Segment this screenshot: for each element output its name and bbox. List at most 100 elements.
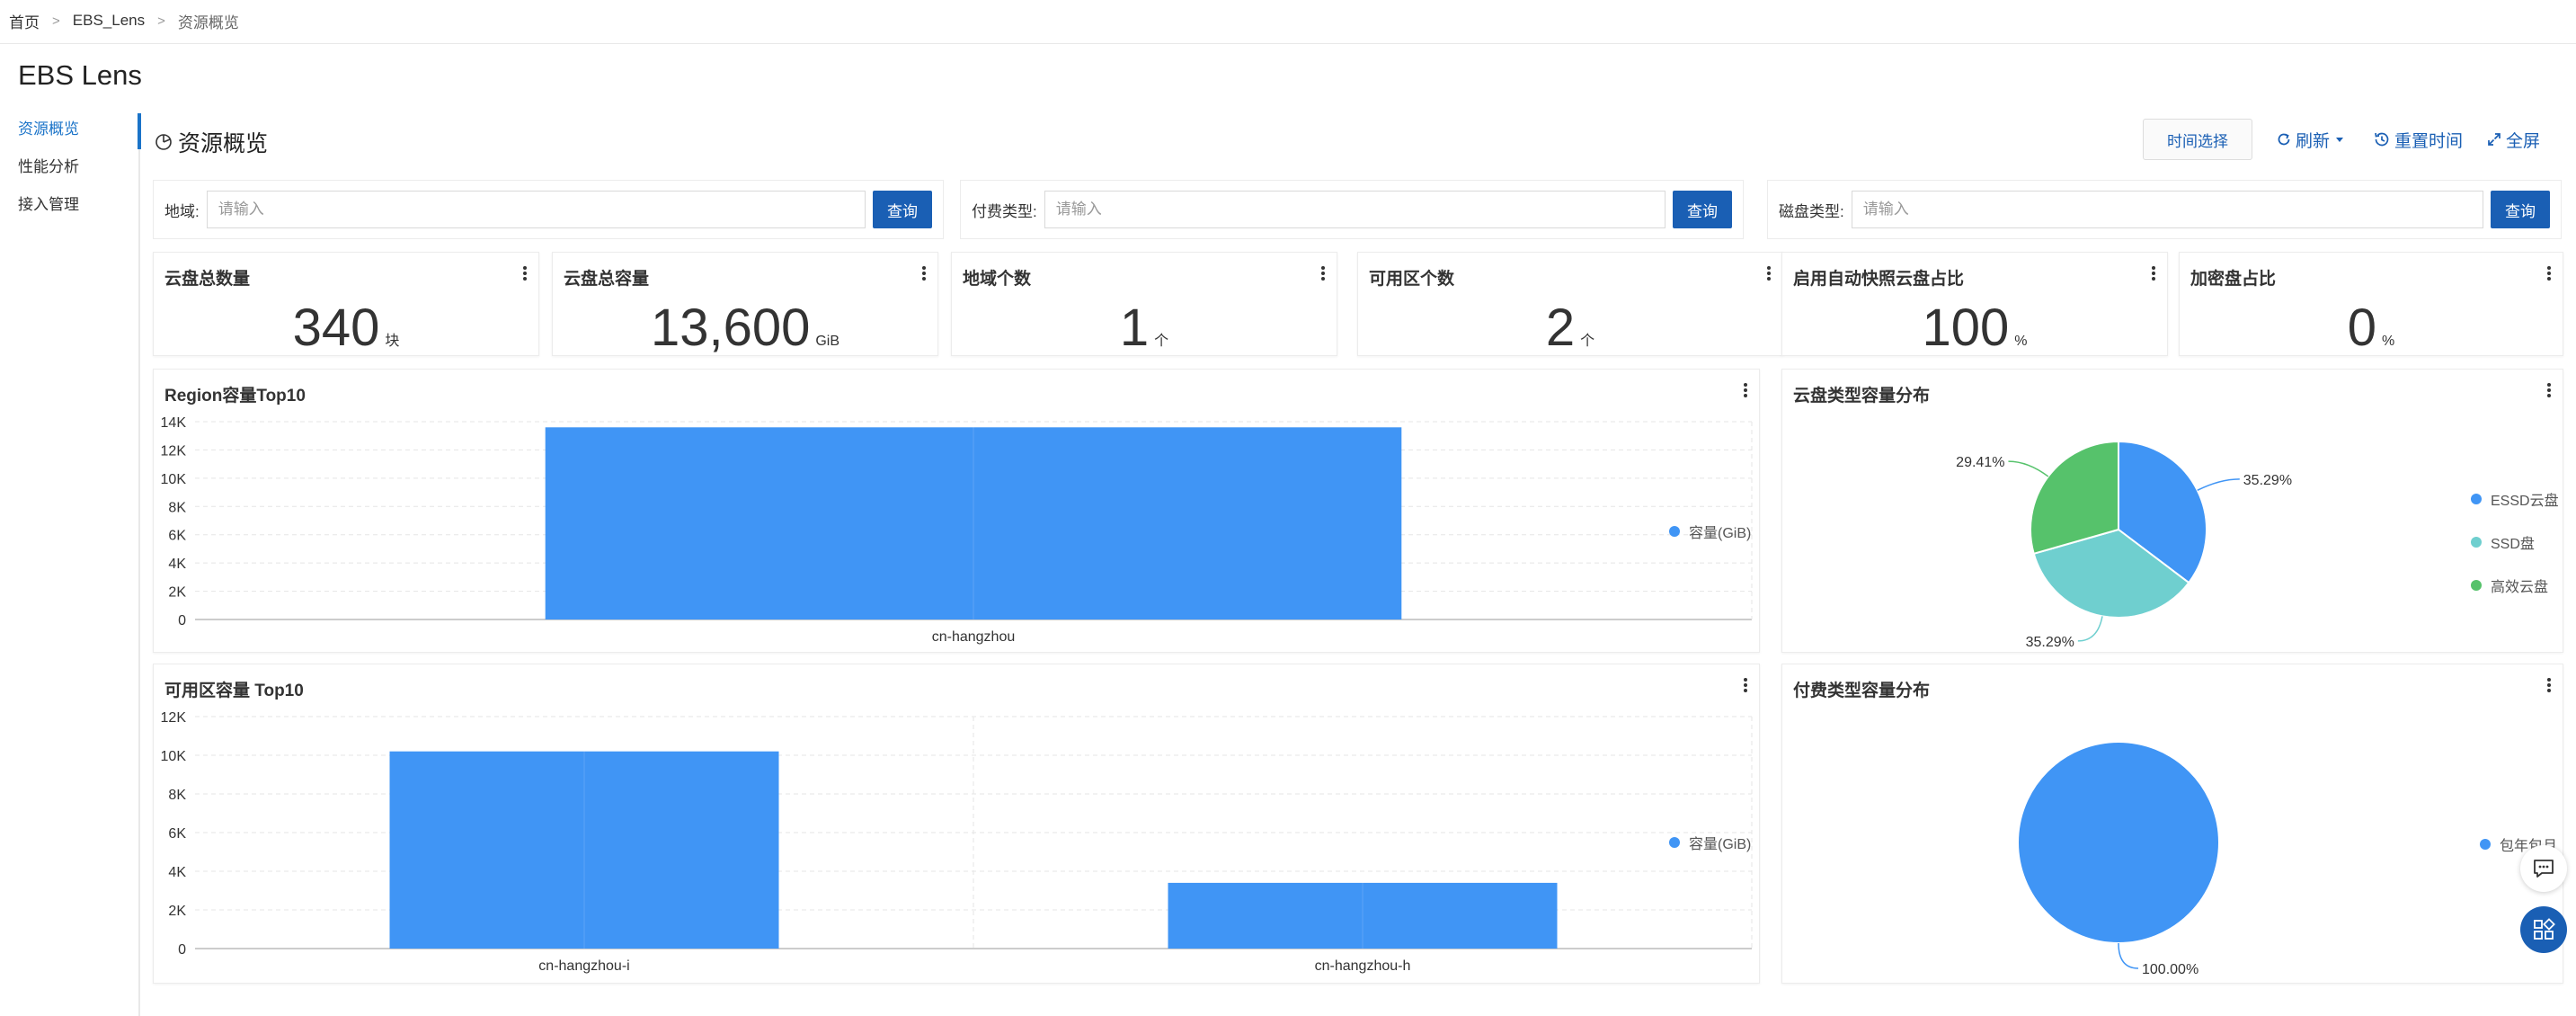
chat-icon <box>2534 860 2554 878</box>
more-options-icon[interactable] <box>2545 263 2554 283</box>
sidebar-item-performance-analysis[interactable]: 性能分析 <box>0 151 140 189</box>
chart-legend: ESSD云盘 SSD盘 高效云盘 <box>2471 488 2559 596</box>
legend-dot <box>2471 494 2482 504</box>
pie-label-line <box>2008 460 2049 477</box>
pie-label-line <box>2118 942 2139 969</box>
more-options-icon[interactable] <box>1319 263 1328 283</box>
pie-data-label: 35.29% <box>2243 473 2292 488</box>
stat-value-wrap: 100% <box>1782 298 2167 358</box>
apps-grid-icon <box>2534 918 2555 940</box>
filter-billing-type: 付费类型: 查询 <box>960 180 1744 239</box>
filter-region: 地域: 查询 <box>153 180 944 239</box>
app-title: EBS Lens <box>18 59 142 91</box>
y-tick-label: 6K <box>168 529 186 544</box>
disk-type-pie-chart: 35.29% 35.29% 29.41% <box>1956 440 2292 650</box>
legend-dot <box>2480 839 2491 850</box>
y-tick-label: 8K <box>168 788 186 803</box>
stat-title: 启用自动快照云盘占比 <box>1793 270 1965 289</box>
stat-card-encrypted-ratio: 加密盘占比 0% <box>2179 252 2563 357</box>
sidebar-divider <box>138 113 141 1016</box>
time-select-button[interactable]: 时间选择 <box>2142 119 2252 160</box>
filter-region-label: 地域: <box>164 202 200 220</box>
stat-title: 加密盘占比 <box>2190 270 2277 289</box>
legend-label: 容量(GiB) <box>1689 837 1752 852</box>
stat-value: 1 <box>1119 299 1150 357</box>
stat-card-zone-count: 可用区个数 2个 <box>1357 252 1783 358</box>
chart-legend: 容量(GiB) <box>1669 832 1751 853</box>
legend-item[interactable]: 容量(GiB) <box>1669 832 1751 853</box>
more-options-icon[interactable] <box>520 263 529 283</box>
billing-query-button[interactable]: 查询 <box>1673 191 1732 228</box>
stat-unit: 块 <box>385 334 400 349</box>
zone-capacity-chart: 0 2K 4K 6K 8K 10K 12K cn-hangzhou-i cn-hangzhou-… <box>161 710 1753 974</box>
x-tick-label: cn-hangzhou <box>932 629 1016 645</box>
toolbar: 时间选择 刷新 重置时间 全屏 <box>2142 119 2540 160</box>
legend-label: 高效云盘 <box>2491 580 2549 595</box>
zone-capacity-chart-card: 可用区容量 Top10 0 2K 4K 6K 8K 10K 12K cn-hangzhou-i… <box>153 664 1760 984</box>
legend-label: ESSD云盘 <box>2491 494 2559 509</box>
more-options-icon[interactable] <box>1764 263 1773 283</box>
chat-button[interactable] <box>2520 845 2567 892</box>
y-tick-label: 8K <box>168 500 186 515</box>
expand-icon <box>2488 133 2500 146</box>
disk-query-button[interactable]: 查询 <box>2491 191 2550 228</box>
chart-legend: 容量(GiB) <box>1669 521 1751 542</box>
breadcrumb-home[interactable]: 首页 <box>9 10 40 32</box>
history-icon <box>2375 132 2389 147</box>
y-tick-label: 0 <box>178 613 186 628</box>
fullscreen-button[interactable]: 全屏 <box>2486 128 2540 152</box>
billing-type-pie-chart: 100.00% <box>2017 741 2220 977</box>
stat-value-wrap: 2个 <box>1358 298 1782 358</box>
stat-value: 2 <box>1545 299 1576 357</box>
billing-type-input[interactable] <box>1044 191 1666 228</box>
y-tick-label: 2K <box>168 904 186 919</box>
stat-title: 云盘总数量 <box>164 270 251 289</box>
stat-value: 340 <box>292 299 380 357</box>
legend-label: 容量(GiB) <box>1689 526 1752 541</box>
pie-data-label: 100.00% <box>2142 962 2198 977</box>
sidebar-item-resource-overview[interactable]: 资源概览 <box>0 113 140 151</box>
breadcrumb-current: 资源概览 <box>177 13 239 31</box>
more-options-icon[interactable] <box>919 263 928 283</box>
reset-time-button[interactable]: 重置时间 <box>2373 128 2463 152</box>
stat-unit: % <box>2382 334 2395 349</box>
stat-value: 0 <box>2347 299 2377 357</box>
header-divider <box>0 43 2576 44</box>
stat-value-wrap: 340 块 <box>154 298 538 358</box>
region-capacity-chart-card: Region容量Top10 0 2K 4K 6K 8K 10K 12K 14K cn-hangz… <box>153 369 1760 653</box>
region-query-button[interactable]: 查询 <box>873 191 932 228</box>
billing-type-pie-card: 付费类型容量分布 100.00% 包年包月 <box>1781 664 2563 984</box>
legend-item[interactable]: 高效云盘 <box>2471 575 2559 596</box>
disk-type-input[interactable] <box>1851 191 2483 228</box>
sidebar-item-access-management[interactable]: 接入管理 <box>0 189 140 227</box>
legend-dot <box>2471 537 2482 548</box>
legend-item[interactable]: SSD盘 <box>2471 531 2559 553</box>
x-tick-label: cn-hangzhou-h <box>1315 958 1411 974</box>
legend-dot <box>2471 580 2482 591</box>
stat-value-wrap: 1个 <box>952 298 1337 358</box>
stat-value: 100 <box>1922 299 2010 357</box>
region-input[interactable] <box>206 191 866 228</box>
y-tick-label: 6K <box>168 826 186 842</box>
stat-card-total-capacity: 云盘总容量 13,600 GiB <box>552 252 938 357</box>
stat-unit: 个 <box>1154 334 1169 349</box>
stat-card-region-count: 地域个数 1个 <box>951 252 1337 358</box>
stat-unit: % <box>2014 334 2028 349</box>
page-title: 资源概览 <box>155 126 268 158</box>
legend-item[interactable]: 容量(GiB) <box>1669 521 1751 542</box>
stat-card-disk-count: 云盘总数量 340 块 <box>153 252 539 358</box>
apps-button[interactable] <box>2520 906 2567 953</box>
stat-title: 地域个数 <box>963 270 1032 289</box>
more-options-icon[interactable] <box>2149 263 2158 283</box>
fullscreen-label: 全屏 <box>2505 131 2540 151</box>
breadcrumb: 首页 > EBS_Lens > 资源概览 <box>9 0 239 41</box>
chevron-right-icon: > <box>157 13 165 29</box>
breadcrumb-parent[interactable]: EBS_Lens <box>73 12 145 30</box>
filter-disk-label: 磁盘类型: <box>1779 202 1844 220</box>
legend-item[interactable]: ESSD云盘 <box>2471 488 2559 510</box>
stat-title: 云盘总容量 <box>564 270 650 289</box>
y-tick-label: 10K <box>161 472 187 487</box>
refresh-button[interactable]: 刷新 <box>2276 128 2349 152</box>
sidebar-active-indicator <box>138 113 141 149</box>
sidebar: 资源概览 性能分析 接入管理 <box>0 113 140 227</box>
